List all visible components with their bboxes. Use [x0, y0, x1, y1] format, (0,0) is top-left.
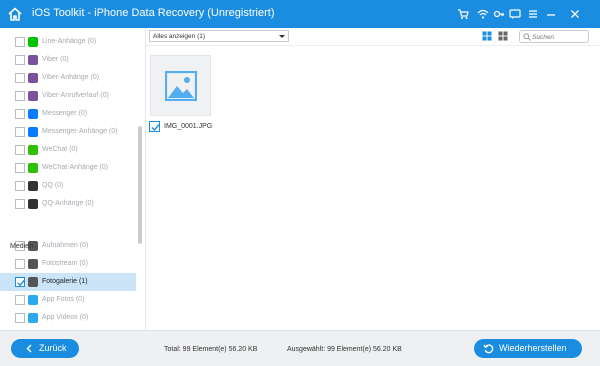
close-icon[interactable]	[569, 8, 581, 20]
filter-dropdown[interactable]: Alles anzeigen (1)	[149, 30, 289, 42]
sidebar-item-label: WeChat-Anhänge (0)	[42, 164, 109, 171]
viber-icon	[28, 73, 38, 83]
sidebar-item-label: QQ-Anhänge (0)	[42, 200, 94, 207]
sidebar-item[interactable]: Viber (0)	[0, 51, 136, 69]
sidebar-item-checkbox[interactable]	[15, 91, 25, 101]
sidebar-item[interactable]: App Fotos (0)	[0, 291, 136, 309]
selected-status: Ausgewählt: 99 Element(e) 56.20 KB	[287, 346, 402, 353]
message-icon[interactable]	[509, 8, 521, 20]
sidebar-item-label: Line-Anhänge (0)	[42, 38, 97, 45]
search-input[interactable]	[532, 32, 586, 42]
sidebar-scrollbar[interactable]	[138, 126, 142, 244]
sidebar-item-checkbox[interactable]	[15, 259, 25, 269]
wechat-icon	[28, 145, 38, 155]
sidebar-item-checkbox[interactable]	[15, 163, 25, 173]
messenger-icon	[28, 109, 38, 119]
menu-icon[interactable]	[527, 8, 539, 20]
search-icon	[523, 33, 531, 41]
sidebar-item[interactable]: QQ-Anhänge (0)	[0, 195, 136, 213]
back-button[interactable]: Zurück	[11, 339, 79, 358]
photo-checkbox[interactable]	[149, 121, 160, 132]
sidebar-item-label: WeChat (0)	[42, 146, 78, 153]
wifi-icon[interactable]	[477, 8, 489, 20]
sidebar-item[interactable]: Line-Anhänge (0)	[0, 33, 136, 51]
qq-icon	[28, 181, 38, 191]
sidebar-item-label: Fotogalerie (1)	[42, 278, 88, 285]
restore-icon	[483, 344, 494, 354]
sidebar-item-label: App Fotos (0)	[42, 296, 85, 303]
sidebar-item[interactable]: Fotostream (0)	[0, 255, 136, 273]
sidebar-item[interactable]: WeChat (0)	[0, 141, 136, 159]
footer-bar: Zurück Total: 99 Element(e) 56.20 KB Aus…	[0, 330, 600, 366]
restore-button-label: Wiederherstellen	[499, 343, 567, 353]
sidebar-item[interactable]: Messenger (0)	[0, 105, 136, 123]
sidebar-item-label: Viber-Anhänge (0)	[42, 74, 100, 81]
sidebar-item-checkbox[interactable]	[15, 145, 25, 155]
app-videos-icon	[28, 313, 38, 323]
sidebar-item[interactable]: WeChat-Anhänge (0)	[0, 159, 136, 177]
arrow-left-icon	[26, 344, 32, 353]
restore-button[interactable]: Wiederherstellen	[474, 339, 582, 358]
sidebar-item[interactable]: Viber-Anrufverlauf (0)	[0, 87, 136, 105]
sidebar-item-label: QQ (0)	[42, 182, 64, 189]
chevron-down-icon	[279, 35, 285, 38]
wechat-icon	[28, 163, 38, 173]
sidebar-item[interactable]: App Videos (0)	[0, 309, 136, 327]
messenger-icon	[28, 127, 38, 137]
app-photos-icon	[28, 295, 38, 305]
list-view-icon[interactable]	[498, 31, 508, 41]
sidebar-item-label: Messenger-Anhänge (0)	[42, 128, 118, 135]
sidebar-item-checkbox[interactable]	[15, 73, 25, 83]
minimize-icon[interactable]	[545, 8, 557, 20]
filter-dropdown-value: Alles anzeigen (1)	[153, 33, 206, 40]
checkmark-icon	[151, 124, 160, 132]
key-icon[interactable]	[493, 8, 505, 20]
back-button-label: Zurück	[39, 343, 67, 353]
sidebar-item-checkbox[interactable]	[15, 55, 25, 65]
sidebar-item-label: Aufnahmen (0)	[42, 242, 89, 249]
sidebar-item[interactable]: Viber-Anhänge (0)	[0, 69, 136, 87]
photo-filename: IMG_0001.JPG	[164, 123, 213, 130]
home-icon[interactable]	[7, 6, 23, 22]
camera-icon	[28, 259, 38, 269]
cart-icon[interactable]	[457, 8, 469, 20]
title-bar: iOS Toolkit - iPhone Data Recovery (Unre…	[0, 0, 600, 28]
qq-icon	[28, 199, 38, 209]
toolbar-divider	[146, 45, 600, 46]
category-sidebar: Line-Anhänge (0) Viber (0) Viber-Anhänge (…	[0, 28, 146, 330]
window-title: iOS Toolkit - iPhone Data Recovery (Unre…	[32, 7, 275, 19]
line-icon	[28, 37, 38, 47]
sidebar-item[interactable]: QQ (0)	[0, 177, 136, 195]
section-heading-media: Medien	[10, 243, 33, 250]
sidebar-item-checkbox[interactable]	[15, 295, 25, 305]
viber-icon	[28, 91, 38, 101]
gallery-icon	[28, 277, 38, 287]
sidebar-item-checkbox[interactable]	[15, 313, 25, 323]
sidebar-item-label: Viber-Anrufverlauf (0)	[42, 92, 109, 99]
sidebar-item-checkbox[interactable]	[15, 199, 25, 209]
checkmark-icon	[17, 279, 25, 287]
sidebar-item-checkbox[interactable]	[15, 109, 25, 119]
sidebar-item-label: App Videos (0)	[42, 314, 89, 321]
photo-thumbnail[interactable]	[150, 55, 211, 116]
sidebar-item-checkbox[interactable]	[15, 277, 25, 287]
sidebar-item-label: Messenger (0)	[42, 110, 88, 117]
sidebar-item-checkbox[interactable]	[15, 181, 25, 191]
sidebar-item-checkbox[interactable]	[15, 127, 25, 137]
sidebar-item-label: Viber (0)	[42, 56, 69, 63]
sidebar-item-label: Fotostream (0)	[42, 260, 88, 267]
sidebar-item[interactable]: Messenger-Anhänge (0)	[0, 123, 136, 141]
grid-view-icon[interactable]	[482, 31, 492, 41]
total-status: Total: 99 Element(e) 56.20 KB	[164, 346, 258, 353]
viber-icon	[28, 55, 38, 65]
image-placeholder-icon	[165, 71, 197, 101]
search-box[interactable]	[519, 30, 589, 43]
sidebar-item[interactable]: Fotogalerie (1)	[0, 273, 136, 291]
sidebar-item-checkbox[interactable]	[15, 37, 25, 47]
